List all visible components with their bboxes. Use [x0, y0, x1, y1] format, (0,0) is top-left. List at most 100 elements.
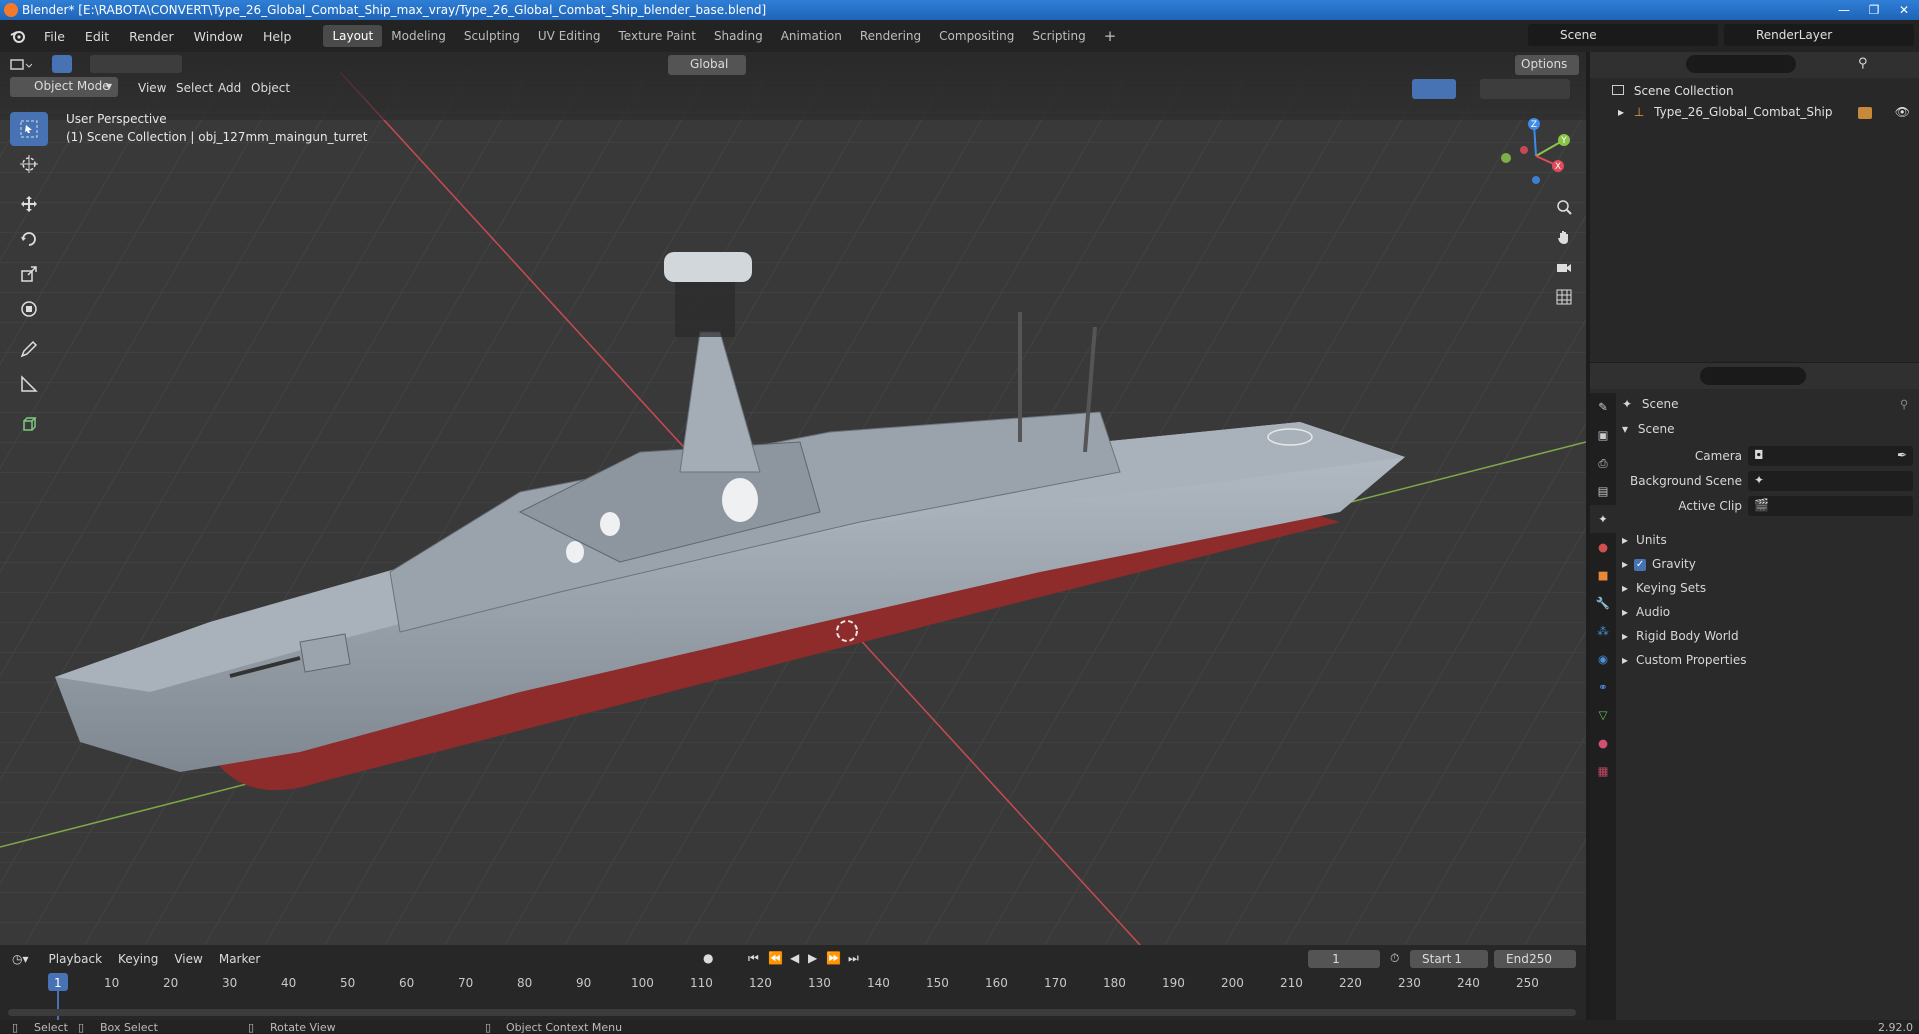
expand-arrow-icon[interactable]: ▸ [1618, 105, 1624, 119]
gizmo-neg-x-axis[interactable] [1520, 146, 1528, 154]
world-tab[interactable]: ● [1590, 533, 1616, 561]
options-dropdown[interactable]: Options [1515, 55, 1579, 75]
outliner-scene-collection[interactable]: Scene Collection [1612, 84, 1734, 98]
visibility-eye-icon[interactable]: 👁 [1895, 105, 1910, 119]
camera-field[interactable]: ◘ ✒ [1748, 446, 1913, 466]
object-tab[interactable]: ■ [1590, 561, 1616, 589]
selection-mode-buttons[interactable] [90, 55, 182, 73]
units-panel[interactable]: ▸ Units [1622, 533, 1667, 547]
menu-add[interactable]: Add [212, 79, 247, 97]
rotate-tool[interactable] [10, 222, 48, 256]
properties-search-input[interactable] [1700, 367, 1806, 385]
gizmo-neg-y-axis[interactable] [1501, 153, 1511, 163]
transform-orientation-dropdown[interactable]: Global [668, 55, 746, 75]
menu-render[interactable]: Render [119, 29, 184, 44]
play-button[interactable]: ▶ [808, 951, 817, 965]
custom-properties-panel[interactable]: ▸ Custom Properties [1622, 653, 1746, 667]
start-frame-field[interactable]: Start 1 [1410, 950, 1488, 968]
rigid-body-world-panel[interactable]: ▸ Rigid Body World [1622, 629, 1739, 643]
scale-tool[interactable] [10, 257, 48, 291]
transform-tool[interactable] [10, 292, 48, 326]
modifier-tab[interactable]: 🔧 [1590, 589, 1616, 617]
object-mode-dropdown[interactable]: Object Mode ▾ [10, 77, 118, 97]
menu-file[interactable]: File [34, 29, 75, 44]
close-button[interactable]: ✕ [1889, 0, 1919, 20]
menu-timeline-view[interactable]: View [174, 952, 202, 966]
menu-marker[interactable]: Marker [219, 952, 260, 966]
gravity-panel[interactable]: ▸ ✓ Gravity [1622, 557, 1696, 571]
tab-layout[interactable]: Layout [323, 25, 383, 47]
filter-icon[interactable]: ⚲ [1858, 56, 1868, 71]
editor-type-icon[interactable] [10, 58, 32, 72]
add-workspace-icon[interactable]: + [1095, 23, 1126, 49]
add-cube-tool[interactable] [10, 407, 48, 441]
menu-keying[interactable]: Keying [118, 952, 158, 966]
current-frame-field[interactable]: 1 [1308, 950, 1380, 968]
select-box-tool[interactable] [10, 112, 48, 146]
timeline-scrollbar[interactable] [8, 1009, 1576, 1016]
jump-keyframe-forward-button[interactable]: ⏩ [826, 951, 841, 965]
end-frame-field[interactable]: End 250 [1494, 950, 1576, 968]
pan-button[interactable] [1552, 222, 1576, 252]
menu-playback[interactable]: Playback [49, 952, 103, 966]
viewport-shading-buttons[interactable] [1480, 79, 1570, 99]
menu-view[interactable]: View [132, 79, 172, 97]
viewport-scene[interactable] [0, 52, 1586, 945]
tab-texture-paint[interactable]: Texture Paint [610, 25, 705, 47]
ortho-toggle-button[interactable] [1552, 282, 1576, 312]
view-layer-selector[interactable]: RenderLayer [1724, 24, 1914, 46]
stopwatch-icon[interactable]: ⏱ [1390, 951, 1399, 966]
timeline-ruler[interactable]: 1 10 20 30 40 50 60 70 80 90 100 110 120… [0, 973, 1586, 1021]
jump-keyframe-back-button[interactable]: ⏪ [768, 951, 783, 965]
cursor-tool[interactable] [10, 147, 48, 181]
jump-end-button[interactable]: ⏭ [848, 951, 859, 966]
navigation-gizmo[interactable]: Z Y X [1496, 114, 1576, 194]
tab-uv-editing[interactable]: UV Editing [529, 25, 610, 47]
menu-edit[interactable]: Edit [75, 29, 119, 44]
minimize-button[interactable]: — [1829, 0, 1859, 20]
output-tab[interactable]: ⎙ [1590, 449, 1616, 477]
record-button[interactable]: ● [703, 951, 713, 965]
data-tab[interactable]: ▽ [1590, 701, 1616, 729]
render-tab[interactable]: ▣ [1590, 421, 1616, 449]
move-tool[interactable] [10, 187, 48, 221]
view-layer-tab[interactable]: ▤ [1590, 477, 1616, 505]
tab-rendering[interactable]: Rendering [851, 25, 930, 47]
menu-window[interactable]: Window [184, 29, 253, 44]
blender-menu-icon[interactable] [10, 28, 26, 44]
constraints-tab[interactable]: ⚭ [1590, 673, 1616, 701]
active-clip-field[interactable]: 🎬 [1748, 496, 1913, 516]
gravity-checkbox[interactable]: ✓ [1634, 558, 1647, 571]
menu-help[interactable]: Help [253, 29, 302, 44]
keying-sets-panel[interactable]: ▸ Keying Sets [1622, 581, 1706, 595]
tab-animation[interactable]: Animation [772, 25, 851, 47]
pin-icon[interactable]: ⚲ [1900, 397, 1908, 411]
zoom-button[interactable] [1552, 192, 1576, 222]
tab-compositing[interactable]: Compositing [930, 25, 1023, 47]
tab-sculpting[interactable]: Sculpting [455, 25, 529, 47]
tab-scripting[interactable]: Scripting [1023, 25, 1094, 47]
gizmo-neg-z-axis[interactable] [1532, 176, 1540, 184]
overlays-button[interactable] [1412, 79, 1456, 99]
eyedropper-icon[interactable]: ✒ [1897, 448, 1907, 462]
tab-shading[interactable]: Shading [705, 25, 772, 47]
outliner-item[interactable]: ▸ ⊥ Type_26_Global_Combat_Ship 👁 [1618, 105, 1914, 119]
particles-tab[interactable]: ⁂ [1590, 617, 1616, 645]
scene-panel-header[interactable]: ▾ Scene [1622, 422, 1674, 436]
jump-start-button[interactable]: ⏮ [748, 951, 759, 966]
tool-tab[interactable]: ✎ [1590, 393, 1616, 421]
background-scene-field[interactable]: ✦ [1748, 471, 1913, 491]
select-tool-button[interactable] [52, 55, 72, 73]
timeline-editor-type-icon[interactable]: ◷▾ [12, 952, 29, 966]
play-reverse-button[interactable]: ◀ [790, 951, 799, 965]
scene-tab[interactable]: ✦ [1590, 505, 1616, 533]
tab-modeling[interactable]: Modeling [382, 25, 455, 47]
scene-selector[interactable]: Scene [1528, 24, 1718, 46]
material-tab[interactable]: ● [1590, 729, 1616, 757]
camera-view-button[interactable] [1552, 252, 1576, 282]
physics-tab[interactable]: ◉ [1590, 645, 1616, 673]
texture-tab[interactable]: ▦ [1590, 757, 1616, 785]
menu-object[interactable]: Object [245, 79, 296, 97]
3d-viewport[interactable]: Object Mode ▾ View Select Add Object Glo… [0, 52, 1586, 945]
maximize-button[interactable]: ❐ [1859, 0, 1889, 20]
